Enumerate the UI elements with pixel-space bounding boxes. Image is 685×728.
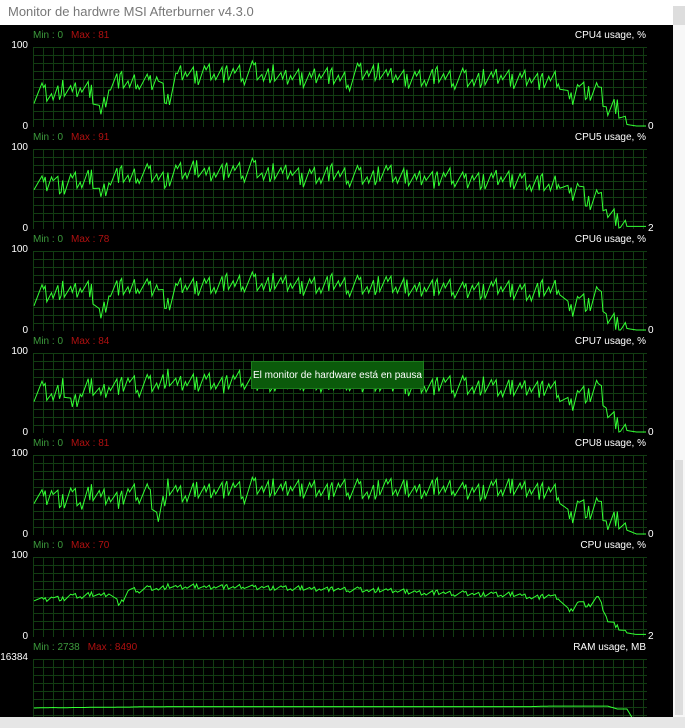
graph-plot [33, 47, 647, 127]
bottom-edge [0, 717, 685, 728]
y-axis-max-label: 100 [11, 142, 28, 153]
scrollbar[interactable] [673, 25, 685, 717]
series-line [33, 582, 646, 635]
graph-panel: Min : 0 Max : 91 CPU5 usage, % 100 0 2 [0, 127, 673, 234]
window-control-button[interactable] [673, 6, 685, 25]
paused-tooltip: El monitor de hardware está en pausa [251, 361, 424, 389]
max-value: Max : 81 [71, 438, 110, 449]
y-axis-max-label: 16384 [0, 652, 28, 663]
max-value: Max : 81 [71, 30, 110, 41]
y-axis-max-label: 100 [11, 346, 28, 357]
series-line [33, 270, 646, 331]
y-axis-max-label: 100 [11, 550, 28, 561]
min-max-label: Min : 0 Max : 70 [33, 540, 109, 551]
graph-title: RAM usage, MB [573, 642, 646, 653]
min-value: Min : 0 [33, 30, 64, 41]
graph-plot [33, 659, 647, 717]
min-max-label: Min : 0 Max : 81 [33, 438, 109, 449]
graph-title: CPU8 usage, % [574, 438, 646, 449]
graph-panel: Min : 0 Max : 81 CPU8 usage, % 100 0 0 [0, 433, 673, 540]
min-value: Min : 0 [33, 132, 64, 143]
window-title: Monitor de hardwre MSI Afterburner v4.3.… [8, 4, 254, 19]
graph-plot [33, 251, 647, 331]
max-value: Max : 91 [71, 132, 110, 143]
min-value: Min : 0 [33, 438, 64, 449]
y-axis-max-label: 100 [11, 40, 28, 51]
y-axis-max-label: 100 [11, 448, 28, 459]
max-value: Max : 70 [71, 540, 110, 551]
graph-panel: Min : 0 Max : 78 CPU6 usage, % 100 0 0 [0, 229, 673, 336]
graph-panel: Min : 2738Max : 8490RAM usage, MB1638427… [0, 637, 673, 717]
title-bar: Monitor de hardwre MSI Afterburner v4.3.… [0, 0, 685, 25]
min-max-label: Min : 2738 Max : 8490 [33, 642, 137, 653]
min-value: Min : 2738 [33, 642, 80, 653]
graph-title: CPU7 usage, % [574, 336, 646, 347]
graph-plot [33, 557, 647, 637]
max-value: Max : 8490 [87, 642, 138, 653]
series-line [34, 705, 633, 717]
graph-title: CPU5 usage, % [574, 132, 646, 143]
series-line [33, 475, 646, 535]
graph-panel: Min : 0 Max : 70 CPU usage, % 100 0 2 [0, 535, 673, 642]
series-line [33, 156, 646, 229]
graph-plot [33, 455, 647, 535]
scrollbar-thumb[interactable] [675, 460, 683, 715]
y-axis-max-label: 100 [11, 244, 28, 255]
graph-title: CPU6 usage, % [574, 234, 646, 245]
min-value: Min : 0 [33, 336, 64, 347]
graph-title: CPU usage, % [580, 540, 646, 551]
min-max-label: Min : 0 Max : 78 [33, 234, 109, 245]
graph-title: CPU4 usage, % [574, 30, 646, 41]
graph-plot [33, 149, 647, 229]
series-line [33, 59, 646, 127]
graph-panel: Min : 0 Max : 81 CPU4 usage, % 100 0 0 [0, 25, 673, 132]
min-value: Min : 0 [33, 540, 64, 551]
max-value: Max : 78 [71, 234, 110, 245]
min-max-label: Min : 0 Max : 81 [33, 30, 109, 41]
min-max-label: Min : 0 Max : 84 [33, 336, 109, 347]
min-max-label: Min : 0 Max : 91 [33, 132, 109, 143]
max-value: Max : 84 [71, 336, 110, 347]
min-value: Min : 0 [33, 234, 64, 245]
